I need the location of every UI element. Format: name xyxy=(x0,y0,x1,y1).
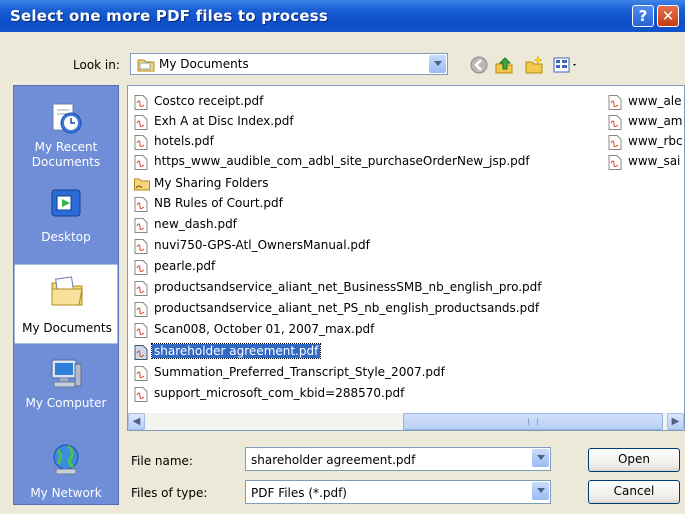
file-open-dialog: Select one more PDF files to process ? ✕… xyxy=(0,0,685,514)
up-folder-icon[interactable] xyxy=(494,55,514,75)
place-label: My Documents xyxy=(22,321,112,335)
file-name: hotels.pdf xyxy=(154,134,214,148)
file-name: support_microsoft_com_kbid=288570.pdf xyxy=(154,386,405,400)
pdf-file-icon xyxy=(134,260,148,275)
pdf-file-icon xyxy=(134,197,148,212)
file-name: pearle.pdf xyxy=(154,259,216,273)
look-in-label: Look in: xyxy=(73,58,120,72)
close-button[interactable]: ✕ xyxy=(657,5,679,27)
pdf-file-icon xyxy=(134,95,148,110)
my-documents-folder-icon xyxy=(137,59,155,72)
file-name: www_ale xyxy=(628,94,682,108)
file-name: www_sai xyxy=(628,154,681,168)
pdf-file-icon xyxy=(608,155,622,170)
file-name-label: File name: xyxy=(131,454,193,468)
scroll-thumb[interactable] xyxy=(403,413,663,430)
pdf-file-icon xyxy=(134,218,148,233)
pdf-file-icon xyxy=(134,115,148,130)
place-my-network[interactable]: My Network xyxy=(14,434,118,504)
file-name-input[interactable]: shareholder agreement.pdf xyxy=(245,447,551,471)
file-name: www_am xyxy=(628,114,683,128)
place-my-documents[interactable]: My Documents xyxy=(14,264,118,344)
file-name: productsandservice_aliant_net_PS_nb_engl… xyxy=(154,301,540,315)
file-type-label: Files of type: xyxy=(131,486,208,500)
pdf-file-icon xyxy=(134,366,148,381)
pdf-file-icon xyxy=(134,239,148,254)
file-name: Summation_Preferred_Transcript_Style_200… xyxy=(154,365,445,379)
file-name: My Sharing Folders xyxy=(154,176,269,190)
desktop-icon xyxy=(51,189,81,217)
file-type-value: PDF Files (*.pdf) xyxy=(251,486,347,500)
file-type-select[interactable]: PDF Files (*.pdf) xyxy=(245,480,551,504)
file-name: https_www_audible_com_adbl_site_purchase… xyxy=(154,154,530,168)
scroll-left-button[interactable]: ◀ xyxy=(128,413,145,430)
view-menu-icon[interactable] xyxy=(552,55,580,75)
my-documents-icon xyxy=(51,276,83,306)
title-bar[interactable]: Select one more PDF files to process ? ✕ xyxy=(0,0,685,32)
dialog-title: Select one more PDF files to process xyxy=(10,7,328,25)
help-button[interactable]: ? xyxy=(632,5,654,27)
pdf-file-icon xyxy=(134,345,148,360)
new-folder-icon[interactable] xyxy=(524,55,544,75)
file-name: Exh A at Disc Index.pdf xyxy=(154,114,294,128)
chevron-down-icon[interactable] xyxy=(532,482,549,500)
file-name-value: shareholder agreement.pdf xyxy=(251,453,416,467)
pdf-file-icon xyxy=(134,387,148,402)
file-list[interactable]: Costco receipt.pdf Exh A at Disc Index.p… xyxy=(127,85,685,431)
place-label: My Computer xyxy=(25,396,107,410)
chevron-down-icon[interactable] xyxy=(429,55,446,73)
pdf-file-icon xyxy=(134,135,148,150)
file-name: nuvi750-GPS-Atl_OwnersManual.pdf xyxy=(154,238,370,252)
file-name: Scan008, October 01, 2007_max.pdf xyxy=(154,322,375,336)
file-name: shareholder agreement.pdf xyxy=(150,343,322,359)
look-in-dropdown[interactable]: My Documents xyxy=(130,53,448,75)
pdf-file-icon xyxy=(608,115,622,130)
place-label: My Recent Documents xyxy=(31,140,101,169)
shared-folder-icon xyxy=(134,178,150,191)
place-label: My Network xyxy=(30,486,102,500)
places-bar: My Recent Documents Desktop My Documents xyxy=(13,85,119,505)
look-in-value: My Documents xyxy=(159,57,249,71)
recent-documents-icon xyxy=(52,103,82,134)
place-my-computer[interactable]: My Computer xyxy=(14,348,118,428)
place-my-recent-documents[interactable]: My Recent Documents xyxy=(14,92,118,172)
scroll-right-button[interactable]: ▶ xyxy=(667,413,684,430)
pdf-file-icon xyxy=(134,323,148,338)
file-name: new_dash.pdf xyxy=(154,217,237,231)
pdf-file-icon xyxy=(608,95,622,110)
pdf-file-icon xyxy=(134,281,148,296)
file-name: productsandservice_aliant_net_BusinessSM… xyxy=(154,280,542,294)
place-desktop[interactable]: Desktop xyxy=(14,178,118,258)
chevron-down-icon[interactable] xyxy=(532,449,549,467)
pdf-file-icon xyxy=(134,155,148,170)
file-name: www_rbc xyxy=(628,134,683,148)
file-name: Costco receipt.pdf xyxy=(154,94,264,108)
horizontal-scrollbar[interactable]: ◀ ▶ xyxy=(128,413,684,430)
pdf-file-icon xyxy=(608,135,622,150)
open-button[interactable]: Open xyxy=(588,448,680,472)
my-network-icon xyxy=(53,444,79,475)
my-computer-icon xyxy=(51,359,82,388)
pdf-file-icon xyxy=(134,302,148,317)
place-label: Desktop xyxy=(41,230,91,244)
file-name: NB Rules of Court.pdf xyxy=(154,196,283,210)
cancel-button[interactable]: Cancel xyxy=(588,480,680,504)
back-icon[interactable] xyxy=(469,55,489,75)
